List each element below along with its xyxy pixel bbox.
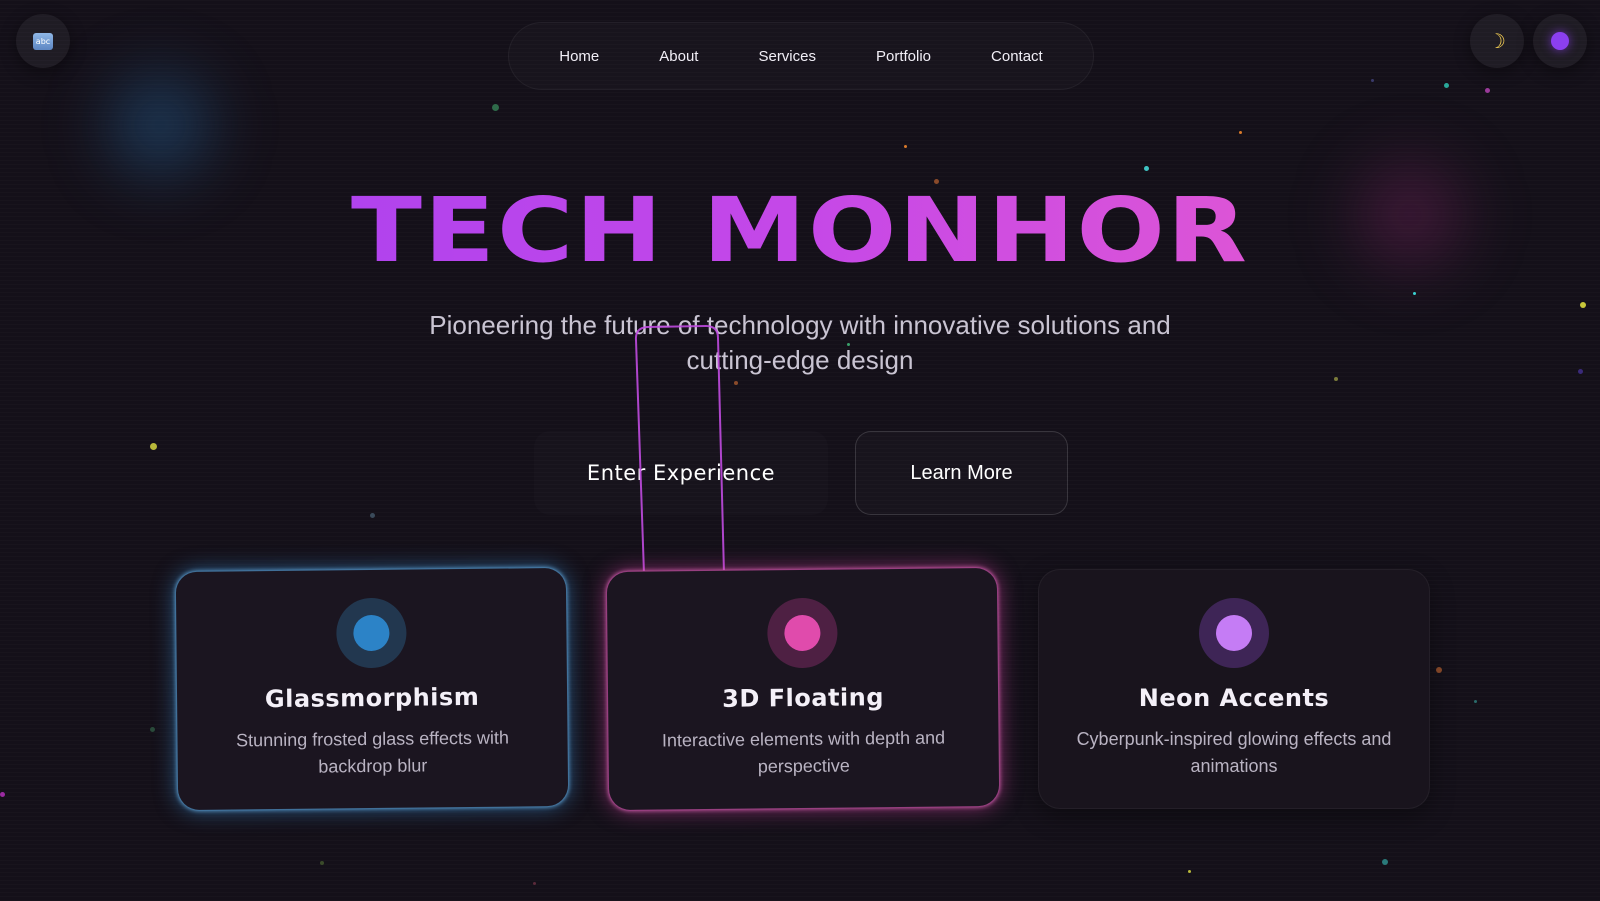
feature-description: Interactive elements with depth and pers… <box>633 724 974 782</box>
feature-description-line: backdrop blur <box>318 755 428 777</box>
feature-title: Neon Accents <box>1138 684 1330 712</box>
violet-orb-icon <box>1199 598 1269 668</box>
feature-description-line: animations <box>1190 756 1278 776</box>
feature-description-line: perspective <box>757 755 850 777</box>
feature-description-line: Cyberpunk-inspired glowing effects and <box>1076 729 1392 749</box>
feature-card-glassmorphism[interactable]: Glassmorphism Stunning frosted glass eff… <box>174 566 570 812</box>
pink-orb-icon <box>767 597 838 669</box>
feature-card-neon-accents[interactable]: Neon Accents Cyberpunk-inspired glowing … <box>1038 569 1430 809</box>
feature-title: Glassmorphism <box>264 682 480 714</box>
feature-description-line: Interactive elements with depth and <box>661 727 946 751</box>
feature-description: Stunning frosted glass effects with back… <box>202 724 543 782</box>
feature-card-3d-floating[interactable]: 3D Floating Interactive elements with de… <box>605 566 1001 812</box>
feature-title: 3D Floating <box>722 683 885 713</box>
feature-description: Cyberpunk-inspired glowing effects and a… <box>1064 726 1404 780</box>
blue-orb-icon <box>336 597 407 669</box>
feature-description-line: Stunning frosted glass effects with <box>236 727 510 751</box>
